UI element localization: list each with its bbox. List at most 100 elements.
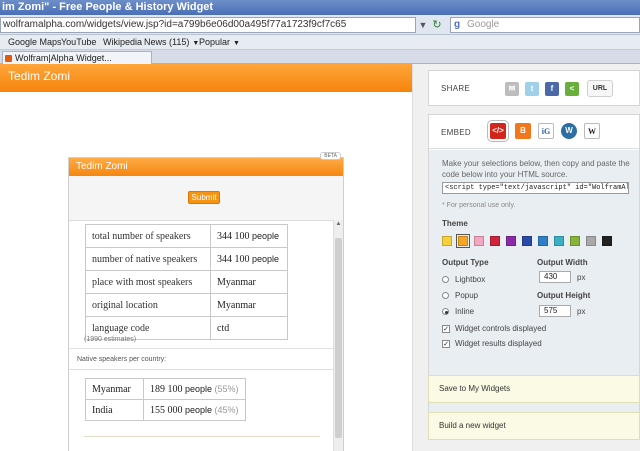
- reload-icon[interactable]: ↻: [430, 17, 444, 33]
- theme-swatch[interactable]: [456, 234, 470, 248]
- table-row: total number of speakers 344 100 people: [85, 224, 288, 248]
- table-row: number of native speakers 344 100 people: [85, 247, 288, 271]
- property-value: ctd: [210, 316, 288, 340]
- igoogle-icon[interactable]: iG: [538, 123, 554, 139]
- property-value: Myanmar: [210, 293, 288, 317]
- address-bar[interactable]: wolframalpha.com/widgets/view.jsp?id=a79…: [0, 17, 416, 33]
- save-to-my-widgets-button[interactable]: Save to My Widgets: [428, 375, 640, 403]
- bookmark-popular-label: Popular: [199, 37, 231, 47]
- radio-inline-label: Inline: [455, 307, 475, 316]
- scrollbar-thumb[interactable]: [335, 238, 342, 438]
- scroll-up-icon[interactable]: ▲: [334, 220, 343, 228]
- preview-header: Tedim Zomi: [0, 64, 412, 92]
- embed-header: EMBED </> B iG W W: [429, 115, 639, 149]
- theme-swatch[interactable]: [602, 236, 612, 246]
- theme-swatch[interactable]: [570, 236, 580, 246]
- bookmark-news[interactable]: News (115) ▼: [144, 35, 199, 51]
- submit-button[interactable]: Submit: [188, 191, 220, 204]
- bookmark-google-maps[interactable]: Google Maps: [8, 35, 62, 49]
- widget-results: total number of speakers 344 100 people n…: [69, 220, 333, 451]
- twitter-icon[interactable]: t: [525, 82, 539, 96]
- theme-swatch[interactable]: [554, 236, 564, 246]
- property-value: 344 100 people: [210, 224, 288, 248]
- radio-popup-label: Popup: [455, 291, 479, 300]
- widget-scrollbar[interactable]: ▲: [333, 220, 343, 451]
- facebook-icon[interactable]: f: [545, 82, 559, 96]
- output-height-input[interactable]: 575: [539, 305, 571, 317]
- output-width-label: Output Width: [537, 258, 588, 267]
- tab-strip: Wolfram|Alpha Widget...: [0, 50, 640, 64]
- widget-results-checkbox[interactable]: ✓: [442, 340, 450, 348]
- property-key: number of native speakers: [85, 247, 211, 271]
- search-input[interactable]: g Google: [450, 17, 640, 33]
- embed-code-field[interactable]: <script type="text/javascript" id="Wolfr…: [442, 182, 629, 194]
- theme-swatch[interactable]: [442, 236, 452, 246]
- html-code-icon[interactable]: </>: [487, 120, 509, 142]
- speakers-table: Myanmar 189 100 people (55%) India 155 000…: [85, 378, 246, 421]
- tab-wolfram-widget[interactable]: Wolfram|Alpha Widget...: [2, 51, 152, 64]
- output-height-label: Output Height: [537, 291, 591, 300]
- share-box: SHARE ✉ t f < URL: [428, 70, 640, 106]
- bookmarks-bar: Google Maps YouTube Wikipedia News (115)…: [0, 35, 640, 50]
- theme-swatch[interactable]: [538, 236, 548, 246]
- property-key: place with most speakers: [85, 270, 211, 294]
- blogger-icon[interactable]: B: [515, 123, 531, 139]
- widget-preview: Tedim Zomi BETA Submit total number of s…: [68, 152, 344, 451]
- divider: [84, 436, 320, 437]
- properties-table: total number of speakers 344 100 people n…: [85, 224, 288, 340]
- bookmark-wikipedia[interactable]: Wikipedia: [103, 35, 142, 49]
- property-value: Myanmar: [210, 270, 288, 294]
- email-icon[interactable]: ✉: [505, 82, 519, 96]
- width-unit: px: [577, 273, 586, 282]
- build-label: Build a new widget: [439, 421, 506, 430]
- widget-title: Tedim Zomi: [76, 161, 128, 172]
- divider: [69, 348, 333, 349]
- radio-lightbox-label: Lightbox: [455, 275, 486, 284]
- share-icon[interactable]: <: [565, 82, 579, 96]
- beta-badge: BETA: [320, 152, 341, 160]
- wikipedia-icon[interactable]: W: [584, 123, 600, 139]
- radio-popup[interactable]: [442, 292, 449, 299]
- output-type-label: Output Type: [442, 258, 489, 267]
- radio-lightbox[interactable]: [442, 276, 449, 283]
- widget-results-label: Widget results displayed: [455, 339, 542, 348]
- google-icon: g: [454, 19, 461, 30]
- country-cell: India: [85, 399, 144, 421]
- table-row: original location Myanmar: [85, 293, 288, 317]
- wordpress-icon[interactable]: W: [561, 123, 577, 139]
- chevron-down-icon: ▼: [233, 40, 240, 47]
- table-row: Myanmar 189 100 people (55%): [85, 378, 246, 400]
- theme-swatch[interactable]: [586, 236, 596, 246]
- theme-swatch[interactable]: [506, 236, 516, 246]
- estimate-note: (1990 estimates): [84, 336, 137, 343]
- widget-preview-pane: Tedim Zomi Tedim Zomi BETA Submit total …: [0, 64, 413, 451]
- navigation-bar: wolframalpha.com/widgets/view.jsp?id=a79…: [0, 15, 640, 35]
- theme-swatch[interactable]: [522, 236, 532, 246]
- widget-controls-checkbox[interactable]: ✓: [442, 325, 450, 333]
- theme-swatch[interactable]: [474, 236, 484, 246]
- share-label: SHARE: [441, 84, 471, 93]
- bookmark-popular[interactable]: Popular ▼: [199, 35, 240, 51]
- tab-label: Wolfram|Alpha Widget...: [15, 53, 112, 63]
- radio-inline[interactable]: [442, 308, 449, 315]
- height-unit: px: [577, 307, 586, 316]
- property-value: 344 100 people: [210, 247, 288, 271]
- dropdown-arrow-icon[interactable]: ▼: [417, 17, 429, 33]
- table-row: India 155 000 people (45%): [85, 399, 246, 421]
- output-width-input[interactable]: 430: [539, 271, 571, 283]
- url-button[interactable]: URL: [587, 80, 613, 97]
- property-key: original location: [85, 293, 211, 317]
- speakers-cell: 189 100 people (55%): [143, 378, 246, 400]
- search-placeholder: Google: [467, 19, 500, 30]
- theme-label: Theme: [442, 219, 468, 228]
- table-row: place with most speakers Myanmar: [85, 270, 288, 294]
- bookmark-news-label: News (115): [144, 37, 190, 47]
- widget-controls-label: Widget controls displayed: [455, 324, 547, 333]
- bookmark-youtube[interactable]: YouTube: [61, 35, 96, 49]
- build-new-widget-button[interactable]: Build a new widget: [428, 412, 640, 440]
- divider: [69, 369, 333, 370]
- theme-swatch[interactable]: [490, 236, 500, 246]
- property-key: total number of speakers: [85, 224, 211, 248]
- embed-label: EMBED: [441, 128, 471, 137]
- pod-title: Native speakers per country:: [77, 356, 167, 363]
